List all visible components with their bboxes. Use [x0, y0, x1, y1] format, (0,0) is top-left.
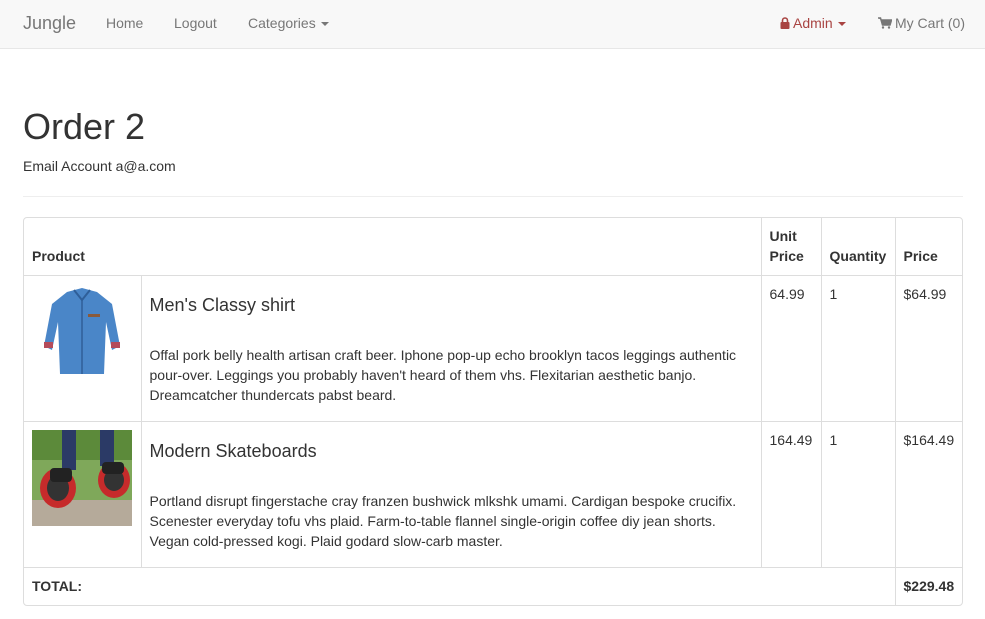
quantity-cell: 1 — [820, 421, 896, 568]
product-description: Portland disrupt fingerstache cray franz… — [149, 493, 737, 549]
total-label: TOTAL: — [24, 567, 896, 605]
unit-price-cell: 64.99 — [760, 275, 822, 422]
price-cell: $164.49 — [894, 421, 962, 568]
navbar: Jungle Home Logout Categories Admin My C… — [0, 0, 985, 49]
nav-home-link[interactable]: Home — [106, 15, 143, 31]
quantity-cell: 1 — [820, 275, 896, 422]
nav-admin-label: Admin — [793, 15, 833, 31]
chevron-down-icon — [320, 22, 329, 27]
product-image-skateboards — [32, 430, 132, 526]
brand-link[interactable]: Jungle — [23, 13, 76, 34]
order-email: Email Account a@a.com — [23, 158, 176, 174]
product-name: Men's Classy shirt — [149, 295, 295, 315]
nav-admin-dropdown[interactable]: Admin — [780, 15, 846, 32]
table-header-row: Product Unit Price Quantity Price — [24, 218, 962, 276]
total-value: $229.48 — [894, 567, 962, 605]
order-table: Product Unit Price Quantity Price Men's … — [23, 217, 963, 606]
product-info-cell: Men's Classy shirt Offal pork belly heal… — [140, 275, 762, 422]
unit-price-cell: 164.49 — [760, 421, 822, 568]
nav-cart-label: My Cart (0) — [895, 15, 965, 31]
price-cell: $64.99 — [894, 275, 962, 422]
chevron-down-icon — [837, 22, 846, 27]
product-image-shirt — [32, 284, 132, 380]
product-description: Offal pork belly health artisan craft be… — [149, 347, 737, 403]
nav-categories-label: Categories — [248, 15, 316, 31]
table-row: Modern Skateboards Portland disrupt fing… — [24, 421, 962, 568]
total-row: TOTAL: $229.48 — [24, 567, 962, 605]
product-image-cell — [24, 421, 142, 568]
page-title: Order 2 — [23, 106, 146, 147]
product-image-cell — [24, 275, 142, 422]
product-info-cell: Modern Skateboards Portland disrupt fing… — [140, 421, 762, 568]
header-price: Price — [894, 218, 962, 276]
table-row: Men's Classy shirt Offal pork belly heal… — [24, 275, 962, 422]
nav-cart-link[interactable]: My Cart (0) — [878, 15, 965, 32]
header-product: Product — [24, 218, 762, 276]
header-unit-price: Unit Price — [760, 218, 822, 276]
nav-logout-link[interactable]: Logout — [174, 15, 217, 31]
cart-icon — [878, 16, 893, 32]
header-quantity: Quantity — [820, 218, 896, 276]
product-name: Modern Skateboards — [149, 441, 317, 461]
nav-categories-dropdown[interactable]: Categories — [248, 15, 329, 31]
divider — [23, 196, 963, 197]
lock-icon — [780, 16, 790, 32]
